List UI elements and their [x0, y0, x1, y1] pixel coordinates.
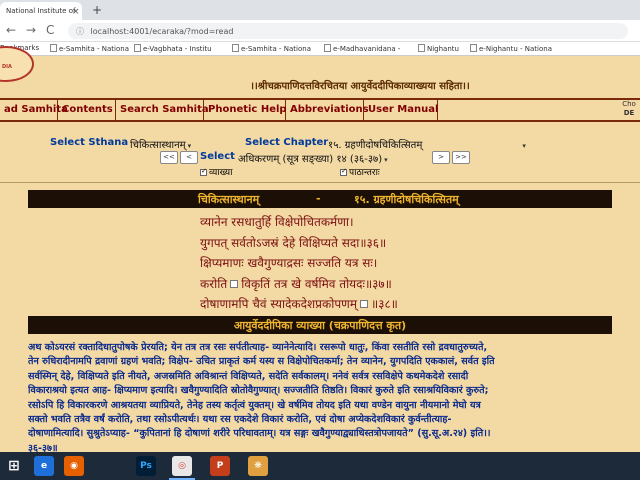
commentary-title: आयुर्वेददीपिका व्याख्या (चक्रपाणिदत्त कृ… — [233, 319, 407, 332]
select-label: Select — [200, 151, 235, 162]
chrome-icon[interactable]: ◎ — [172, 456, 192, 476]
bookmarks-bar: Bookmarks e-Samhita - Nationa e-Vagbhata… — [0, 42, 640, 56]
back-icon[interactable]: ← — [6, 23, 16, 37]
variant-reading-icon[interactable] — [360, 300, 369, 308]
first-button[interactable]: << — [160, 151, 178, 164]
divider — [0, 182, 640, 183]
app-icon[interactable]: ❋ — [248, 456, 268, 476]
vyakhya-checkbox[interactable]: व्याख्या — [200, 165, 232, 178]
bookmark-item[interactable]: Nighantu — [418, 44, 459, 53]
page-icon — [50, 44, 57, 52]
sthana-chapter-row: Select Sthana चिकित्सास्थानम् ▾ Select Ch… — [0, 137, 640, 151]
firefox-icon[interactable]: ◉ — [64, 456, 84, 476]
bookmark-item[interactable]: e-Samhita - Nationa — [50, 44, 129, 53]
variant-reading-icon[interactable] — [230, 279, 239, 288]
pathantara-checkbox[interactable]: पाठान्तराः — [340, 165, 380, 178]
bookmark-item[interactable]: e-Nighantu - Nationa — [470, 44, 552, 53]
address-bar: ← → C ⓘ localhost:4001/ecaraka/?mod=read — [0, 20, 640, 42]
page-subtitle: ।।श्रीचक्रपाणिदत्तविरचितया आयुर्वेददीपिक… — [250, 81, 470, 92]
windows-start-icon[interactable]: ⊞ — [4, 456, 24, 476]
chapter-select[interactable]: १५. ग्रहणीदोषचिकित्सितम् ▾ — [328, 137, 526, 151]
bookmark-item[interactable]: e-Vagbhata - Institu — [134, 44, 212, 53]
adhikarana-select[interactable]: अधिकरणम् (सूत्र सङ्ख्या) १४ (३६-३७) ▾ — [238, 151, 388, 165]
page-icon — [324, 44, 331, 52]
forward-icon[interactable]: → — [26, 23, 36, 37]
url-text: localhost:4001/ecaraka/?mod=read — [90, 27, 234, 36]
menu-abbreviations[interactable]: Abbreviations — [286, 100, 369, 120]
commentary-header-band: आयुर्वेददीपिका व्याख्या (चक्रपाणिदत्त कृ… — [28, 316, 612, 334]
prev-button[interactable]: < — [180, 151, 198, 164]
next-button[interactable]: > — [432, 151, 450, 164]
verse-line: क्षिप्यमाणः खवैगुण्याद्रसः सज्जति यत्र स… — [200, 256, 378, 270]
menu-contents[interactable]: Contents — [58, 100, 116, 120]
menu-read-samhita[interactable]: ad Samhita — [0, 100, 68, 120]
checkbox-icon — [340, 167, 347, 176]
sthana-title: चिकित्सास्थानम् — [198, 193, 260, 206]
menu-search-samhita[interactable]: Search Samhita — [116, 100, 209, 120]
page-icon — [418, 44, 425, 52]
commentary-text: अथ कोऽयरसं रक्तादिधातुपोषके प्रेरयति; ये… — [28, 342, 495, 454]
tab-title: National Institute of — [6, 7, 76, 15]
photoshop-icon[interactable]: Ps — [136, 456, 156, 476]
browser-tab[interactable]: National Institute of × — [0, 2, 82, 20]
os-taskbar: ⊞ e ◉ Ps ◎ P ❋ — [0, 452, 640, 480]
menu-user-manual[interactable]: User Manual — [364, 100, 438, 120]
site-header: DIA ।।श्रीचक्रपाणिदत्तविरचितया आयुर्वेदद… — [0, 46, 640, 98]
main-menu: ad Samhita Contents Search Samhita Phone… — [0, 98, 640, 122]
close-icon[interactable]: × — [72, 7, 80, 17]
chapter-label: Select Chapter — [245, 137, 329, 148]
info-icon[interactable]: ⓘ — [76, 27, 84, 36]
page-icon — [470, 44, 477, 52]
url-input[interactable]: ⓘ localhost:4001/ecaraka/?mod=read — [68, 23, 628, 39]
verse-line: दोषाणामपि चैवं स्यादेकदेशप्रकोपणम् ॥३८॥ — [200, 297, 398, 311]
verse-block: व्यानेन रसधातुर्हि विक्षेपोचितकर्मणा। यु… — [200, 212, 460, 315]
last-button[interactable]: >> — [452, 151, 470, 164]
verse-line: करोति विकृतिं तत्र खे वर्षमिव तोयदः॥३७॥ — [200, 276, 392, 291]
verse-line: युगपत् सर्वतोऽजस्रं देहे विक्षिप्यते सदा… — [200, 235, 387, 250]
new-tab-icon[interactable]: + — [92, 3, 102, 17]
ie-browser-icon[interactable]: e — [34, 456, 54, 476]
checkbox-icon — [200, 167, 207, 176]
menu-phonetic-help[interactable]: Phonetic Help — [204, 100, 287, 120]
page-icon — [232, 44, 239, 52]
verse-line: व्यानेन रसधातुर्हि विक्षेपोचितकर्मणा। — [200, 215, 354, 229]
chevron-down-icon: ▾ — [187, 142, 192, 150]
bookmark-item[interactable]: e-Madhavanidana - — [324, 44, 400, 53]
sthana-label: Select Sthana — [50, 137, 129, 148]
bookmark-item[interactable]: e-Samhita - Nationa — [232, 44, 311, 53]
sthana-select[interactable]: चिकित्सास्थानम् ▾ — [130, 137, 191, 151]
title-separator: - — [316, 192, 321, 205]
section-header-band: चिकित्सास्थानम् - १५. ग्रहणीदोषचिकित्सित… — [28, 190, 612, 208]
browser-tabbar: National Institute of × + — [0, 0, 640, 20]
chapter-title: १५. ग्रहणीदोषचिकित्सितम् — [354, 193, 459, 206]
adhikarana-row: << < Select अधिकरणम् (सूत्र सङ्ख्या) १४ … — [0, 150, 640, 166]
chevron-down-icon: ▾ — [522, 142, 526, 150]
page-icon — [134, 44, 141, 52]
choose-script-select[interactable]: Cho DE — [614, 100, 640, 118]
options-row: व्याख्या पाठान्तराः — [0, 165, 640, 179]
chevron-down-icon: ▾ — [384, 156, 388, 164]
reload-icon[interactable]: C — [46, 23, 54, 37]
powerpoint-icon[interactable]: P — [210, 456, 230, 476]
